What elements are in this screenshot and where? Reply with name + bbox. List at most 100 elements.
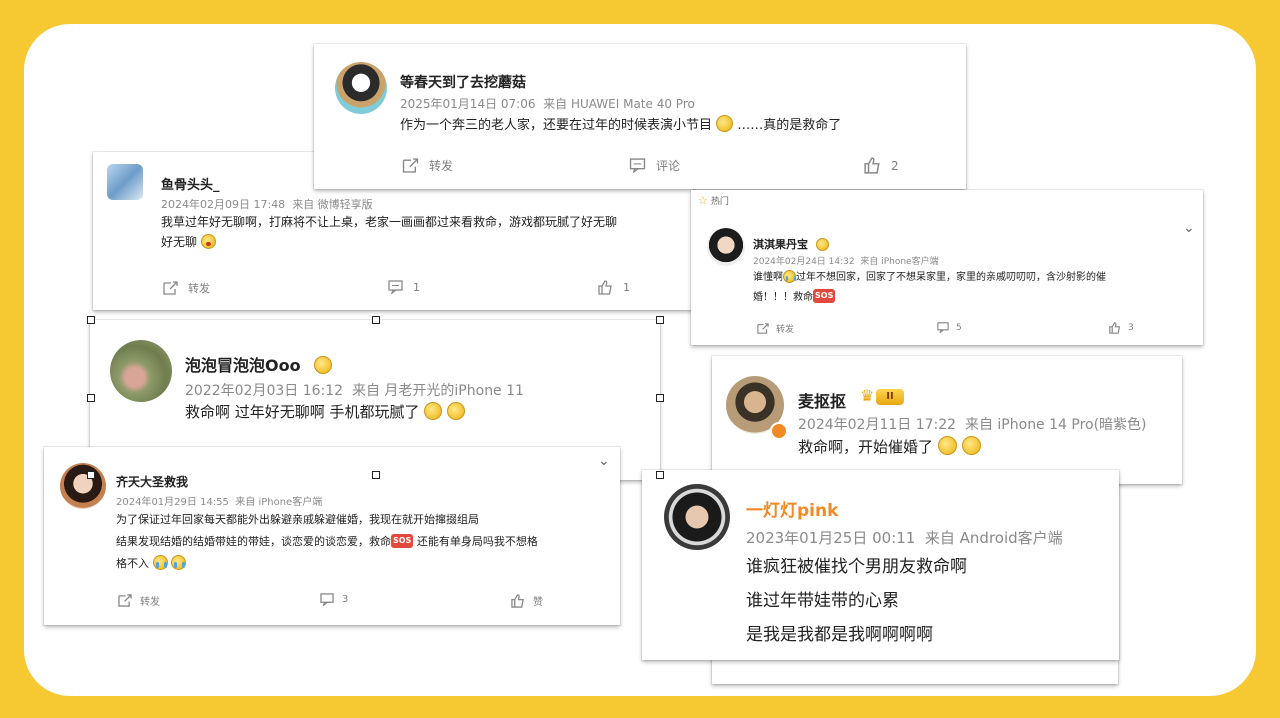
post-date: 2025年01月14日 07:06: [400, 97, 536, 111]
comment-icon: [937, 322, 949, 333]
post-meta: 2025年01月14日 07:06 来自 HUAWEI Mate 40 Pro: [400, 95, 695, 112]
post-text: 谁疯狂被催找个男朋友救命啊 谁过年带娃带的心累 是我是我都是我啊啊啊啊: [746, 550, 967, 652]
post-source: 来自 HUAWEI Mate 40 Pro: [543, 97, 695, 111]
repost-button[interactable]: 转发: [757, 322, 794, 335]
sos-emoji-icon: SOS: [813, 288, 836, 303]
like-button[interactable]: 3: [1109, 322, 1134, 334]
like-button[interactable]: 2: [864, 157, 899, 174]
post-username[interactable]: 鱼骨头头_: [161, 174, 220, 193]
post-meta: 2024年02月24日 14:32 来自 iPhone客户端: [753, 254, 939, 267]
post-meta: 2024年02月11日 17:22 来自 iPhone 14 Pro(暗紫色): [798, 414, 1147, 434]
grin-emoji-icon: [424, 402, 443, 420]
resize-handle[interactable]: [656, 316, 664, 324]
post-meta: 2024年01月29日 14:55 来自 iPhone客户端: [116, 493, 322, 508]
post-text-line: 我草过年好无聊啊，打麻将不让上桌，老家一画画都过来看救命，游戏都玩腻了好无聊: [161, 215, 618, 229]
avatar[interactable]: [60, 463, 106, 509]
post-card-5: 麦抠抠 ♛ II 2024年02月11日 17:22 来自 iPhone 14 …: [712, 356, 1182, 484]
repost-icon: [118, 594, 132, 607]
avatar[interactable]: [107, 164, 143, 200]
post-date: 2022年02月03日 16:12: [185, 383, 344, 399]
post-text: 为了保证过年回家每天都能外出躲避亲戚躲避催婚，我现在就开始撺掇组局 结果发现结婚…: [116, 513, 538, 570]
level-badge: II: [876, 389, 904, 405]
post-text: 我草过年好无聊啊，打麻将不让上桌，老家一画画都过来看救命，游戏都玩腻了好无聊 好…: [161, 212, 691, 253]
resize-handle[interactable]: [372, 316, 380, 324]
post-username[interactable]: 麦抠抠: [798, 388, 846, 412]
post-meta: 2023年01月25日 00:11 来自 Android客户端: [746, 527, 1063, 548]
comment-button[interactable]: 5: [937, 322, 962, 333]
penguin-avatar-icon[interactable]: [335, 62, 387, 114]
repost-button[interactable]: 转发: [402, 157, 453, 174]
thumbs-up-icon: [1109, 322, 1121, 334]
hands-emoji-icon: [815, 238, 829, 251]
crying-emoji-icon: [783, 270, 796, 283]
post-username[interactable]: 一灯灯pink: [746, 496, 838, 521]
post-card-3: ☆ 热门 ⌄ 淇淇果丹宝 2024年02月24日 14:32 来自 iPhone…: [691, 190, 1203, 345]
post-text-line: 是我是我都是我啊啊啊啊: [746, 625, 933, 645]
hands-emoji-icon: [314, 356, 333, 374]
thumbs-up-icon: [598, 280, 612, 295]
comment-icon: [629, 158, 646, 173]
resize-handle[interactable]: [372, 471, 380, 479]
like-button[interactable]: 1: [598, 280, 630, 295]
post-username[interactable]: 等春天到了去挖蘑菇: [400, 72, 526, 92]
star-icon: ☆: [698, 194, 708, 207]
chevron-down-icon[interactable]: ⌄: [598, 453, 610, 469]
thumbs-up-icon: [511, 593, 524, 608]
post-text: 救命啊 过年好无聊啊 手机都玩腻了: [185, 400, 466, 426]
crying-emoji-icon: [171, 555, 186, 570]
avatar[interactable]: [664, 484, 730, 550]
post-card-6: ⌄ 齐天大圣救我 2024年01月29日 14:55 来自 iPhone客户端 …: [44, 447, 620, 625]
comment-icon: [320, 593, 334, 606]
crying-emoji-icon: [152, 555, 168, 570]
grin-emoji-icon: [447, 402, 466, 420]
repost-button[interactable]: 转发: [163, 280, 210, 296]
verified-badge-icon: [770, 422, 788, 440]
repost-icon: [757, 323, 769, 334]
crown-icon: ♛: [860, 386, 875, 405]
resize-handle[interactable]: [656, 394, 664, 402]
resize-handle[interactable]: [87, 316, 95, 324]
repost-button[interactable]: 转发: [118, 593, 160, 608]
post-username[interactable]: 泡泡冒泡泡Ooo: [185, 352, 333, 376]
like-button[interactable]: 赞: [511, 593, 543, 608]
resize-handle[interactable]: [87, 394, 95, 402]
post-date: 2024年02月09日 17:48: [161, 198, 286, 211]
post-username[interactable]: 齐天大圣救我: [116, 473, 188, 490]
post-meta: 2022年02月03日 16:12 来自 月老开光的iPhone 11: [185, 380, 524, 400]
post-text-line: 谁过年带娃带的心累: [746, 591, 899, 611]
repost-icon: [402, 158, 419, 173]
post-text: 谁懂啊 过年不想回家，回家了不想呆家里，家里的亲戚叨叨叨，含沙射影的催 婚！！！救…: [753, 270, 1106, 303]
post-date: 2024年02月24日 14:32: [753, 257, 855, 267]
post-date: 2023年01月25日 00:11: [746, 529, 916, 547]
comment-button[interactable]: 3: [320, 593, 348, 606]
repost-icon: [163, 281, 178, 295]
post-meta: 2024年02月09日 17:48 来自 微博轻享版: [161, 196, 373, 212]
hot-label: ☆ 热门: [698, 194, 729, 207]
avatar[interactable]: [110, 340, 172, 402]
post-source: 来自 iPhone客户端: [860, 257, 939, 267]
avatar[interactable]: [707, 228, 745, 266]
post-date: 2024年01月29日 14:55: [116, 497, 229, 508]
post-source: 来自 月老开光的iPhone 11: [351, 383, 524, 399]
smile-emoji-icon: [961, 436, 981, 455]
post-username[interactable]: 淇淇果丹宝: [753, 236, 829, 252]
post-source: 来自 iPhone 14 Pro(暗紫色): [964, 417, 1147, 433]
sos-emoji-icon: SOS: [391, 534, 414, 548]
comment-icon: [388, 280, 403, 294]
chevron-down-icon[interactable]: ⌄: [1183, 220, 1195, 236]
post-text: 救命啊，开始催婚了: [798, 435, 981, 461]
shouting-face-emoji-icon: [200, 234, 216, 250]
resize-handle[interactable]: [656, 471, 664, 479]
comment-button[interactable]: 1: [388, 280, 420, 294]
thumbs-up-icon: [864, 157, 880, 174]
post-source: 来自 微博轻享版: [292, 198, 373, 211]
smile-emoji-icon: [716, 115, 734, 132]
post-card-7: 一灯灯pink 2023年01月25日 00:11 来自 Android客户端 …: [642, 470, 1119, 660]
post-text-line: 好无聊: [161, 232, 691, 252]
post-card-1: 等春天到了去挖蘑菇 2025年01月14日 07:06 来自 HUAWEI Ma…: [314, 44, 966, 189]
comment-button[interactable]: 评论: [629, 157, 680, 174]
resize-handle[interactable]: [87, 471, 95, 479]
post-date: 2024年02月11日 17:22: [798, 417, 957, 433]
post-text: 作为一个奔三的老人家，还要在过年的时候表演小节目 ……真的是救命了: [400, 115, 960, 137]
smile-emoji-icon: [937, 436, 957, 455]
